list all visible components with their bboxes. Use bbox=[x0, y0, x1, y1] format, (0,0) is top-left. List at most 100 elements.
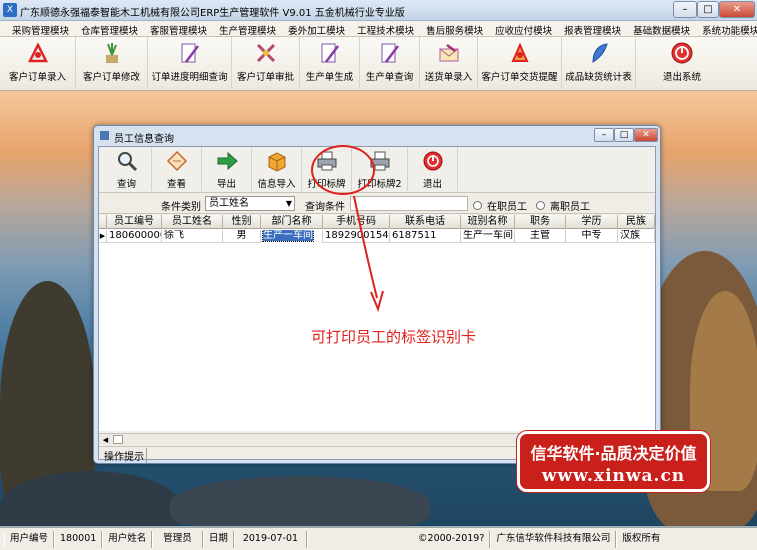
cell-mobile[interactable]: 18929001548 bbox=[323, 230, 390, 243]
cell-gender[interactable]: 男 bbox=[223, 230, 261, 243]
condition-category-select[interactable]: 员工姓名 ▼ bbox=[205, 196, 295, 211]
cell-employee-name[interactable]: 徐飞 bbox=[162, 230, 223, 243]
customer-order-entry-button[interactable]: 客户订单录入 bbox=[0, 37, 76, 89]
table-row[interactable]: ▶ 1806000001 徐飞 男 生产一车间 18929001548 6187… bbox=[99, 230, 655, 243]
column-header[interactable]: 职务 bbox=[515, 215, 566, 229]
toolbar-label: 生产单查询 bbox=[365, 72, 414, 83]
column-header[interactable]: 性别 bbox=[223, 215, 261, 229]
order-progress-query-button[interactable]: 订单进度明细查询 bbox=[148, 37, 232, 89]
menu-base-data[interactable]: 基础数据模块 bbox=[627, 21, 696, 37]
annotation-text: 可打印员工的标签识别卡 bbox=[311, 328, 477, 346]
radio-label: 离职员工 bbox=[550, 202, 590, 213]
order-delivery-reminder-button[interactable]: 客户订单交货提醒 bbox=[478, 37, 562, 89]
window-titlebar[interactable]: 员工信息查询 – □ ✕ bbox=[94, 126, 660, 146]
menu-reports[interactable]: 报表管理模块 bbox=[558, 21, 627, 37]
envelope-icon bbox=[437, 41, 461, 65]
column-header[interactable]: 员工姓名 bbox=[162, 215, 223, 229]
cell-shift[interactable]: 生产一车间 bbox=[461, 230, 515, 243]
rights-reserved: 版权所有 bbox=[616, 530, 665, 548]
window-maximize-icon[interactable]: □ bbox=[614, 128, 634, 142]
selected-cell-text: 生产一车间 bbox=[262, 230, 314, 242]
power-icon bbox=[670, 41, 694, 65]
toolbar-label: 生产单生成 bbox=[305, 72, 354, 83]
column-header[interactable]: 部门名称 bbox=[261, 215, 323, 229]
query-button[interactable]: 查询 bbox=[102, 147, 152, 191]
toolbar-label: 查看 bbox=[166, 179, 186, 190]
menu-receivables[interactable]: 应收应付模块 bbox=[489, 21, 558, 37]
menu-customer-service[interactable]: 客服管理模块 bbox=[144, 21, 213, 37]
close-icon[interactable]: ✕ bbox=[719, 1, 755, 18]
cell-employee-id[interactable]: 1806000001 bbox=[107, 230, 162, 243]
company-name: 广东信华软件科技有限公司 bbox=[490, 530, 617, 548]
export-button[interactable]: 导出 bbox=[202, 147, 252, 191]
radio-active-employee[interactable]: 在职员工 bbox=[473, 198, 527, 213]
toolbar-label: 信息导入 bbox=[257, 179, 296, 190]
customer-order-edit-button[interactable]: 客户订单修改 bbox=[76, 37, 148, 89]
customer-order-approval-button[interactable]: 客户订单审批 bbox=[232, 37, 300, 89]
exit-system-button[interactable]: 退出系统 bbox=[636, 37, 728, 89]
green-arrow-icon bbox=[216, 150, 238, 172]
toolbar-label: 导出 bbox=[216, 179, 236, 190]
main-toolbar: 客户订单录入 客户订单修改 订单进度明细查询 客户订单审批 生产单生成 生产单查… bbox=[0, 37, 757, 91]
column-header[interactable]: 学历 bbox=[566, 215, 618, 229]
employee-grid: 员工编号 员工姓名 性别 部门名称 手机号码 联系电话 班别名称 职务 学历 民… bbox=[99, 215, 655, 431]
cell-phone[interactable]: 6187511 bbox=[390, 230, 461, 243]
menu-system[interactable]: 系统功能模块 bbox=[696, 21, 757, 37]
app-logo-icon: X bbox=[3, 3, 17, 17]
document-pen-icon bbox=[318, 41, 342, 65]
radio-resigned-employee[interactable]: 离职员工 bbox=[536, 198, 590, 213]
column-header[interactable]: 联系电话 bbox=[390, 215, 461, 229]
menu-purchase[interactable]: 采购管理模块 bbox=[6, 21, 75, 37]
cell-ethnicity[interactable]: 汉族 bbox=[618, 230, 655, 243]
condition-input[interactable] bbox=[350, 196, 468, 211]
menu-production[interactable]: 生产管理模块 bbox=[213, 21, 282, 37]
maximize-icon[interactable]: □ bbox=[697, 1, 719, 18]
power-icon bbox=[422, 150, 444, 172]
user-id-label: 用户编号 bbox=[4, 530, 55, 548]
toolbar-label: 退出 bbox=[422, 179, 442, 190]
shore-rock bbox=[170, 476, 430, 526]
exit-button[interactable]: 退出 bbox=[408, 147, 458, 191]
document-pen-icon bbox=[178, 41, 202, 65]
cell-department[interactable]: 生产一车间 bbox=[261, 230, 323, 243]
toolbar-label: 查询 bbox=[116, 179, 136, 190]
import-info-button[interactable]: 信息导入 bbox=[252, 147, 302, 191]
menu-after-sales[interactable]: 售后服务模块 bbox=[420, 21, 489, 37]
column-header[interactable]: 班别名称 bbox=[461, 215, 515, 229]
column-header[interactable]: 民族 bbox=[618, 215, 655, 229]
window-title: 员工信息查询 bbox=[114, 134, 174, 145]
feather-icon bbox=[587, 41, 611, 65]
menubar: 采购管理模块 仓库管理模块 客服管理模块 生产管理模块 委外加工模块 工程技术模… bbox=[0, 21, 757, 37]
condition-category-label: 条件类别 bbox=[161, 202, 201, 213]
cell-position[interactable]: 主管 bbox=[515, 230, 566, 243]
minimize-icon[interactable]: – bbox=[673, 1, 697, 18]
pdf-icon bbox=[26, 41, 50, 65]
banner-url: www.xinwa.cn bbox=[541, 466, 686, 486]
cell-education[interactable]: 中专 bbox=[566, 230, 618, 243]
scroll-left-icon[interactable]: ◀ bbox=[100, 435, 111, 445]
toolbar-label: 退出系统 bbox=[662, 72, 701, 83]
copyright: ©2000-2019? bbox=[307, 530, 491, 548]
delivery-note-entry-button[interactable]: 送货单录入 bbox=[420, 37, 478, 89]
radio-icon bbox=[536, 201, 545, 210]
window-minimize-icon[interactable]: – bbox=[594, 128, 614, 142]
menu-warehouse[interactable]: 仓库管理模块 bbox=[75, 21, 144, 37]
column-header[interactable]: 手机号码 bbox=[323, 215, 390, 229]
window-close-icon[interactable]: ✕ bbox=[634, 128, 658, 142]
production-order-generate-button[interactable]: 生产单生成 bbox=[300, 37, 360, 89]
toolbar-label: 送货单录入 bbox=[424, 72, 473, 83]
column-header[interactable]: 员工编号 bbox=[107, 215, 162, 229]
scrollbar-thumb[interactable] bbox=[113, 435, 123, 444]
toolbar-label: 客户订单修改 bbox=[82, 72, 140, 83]
menu-engineering[interactable]: 工程技术模块 bbox=[351, 21, 420, 37]
grid-header: 员工编号 员工姓名 性别 部门名称 手机号码 联系电话 班别名称 职务 学历 民… bbox=[99, 215, 655, 229]
view-button[interactable]: 查看 bbox=[152, 147, 202, 191]
tools-icon bbox=[254, 41, 278, 65]
date-label: 日期 bbox=[202, 530, 234, 548]
app-statusbar: 用户编号 180001 用户姓名 管理员 日期 2019-07-01 ©2000… bbox=[0, 527, 757, 550]
menu-outsourcing[interactable]: 委外加工模块 bbox=[282, 21, 351, 37]
production-order-query-button[interactable]: 生产单查询 bbox=[360, 37, 420, 89]
stockout-report-button[interactable]: 成品缺货统计表 bbox=[562, 37, 636, 89]
filter-bar: 条件类别 员工姓名 ▼ 查询条件 在职员工 离职员工 bbox=[99, 194, 655, 214]
toolbar-label: 客户订单录入 bbox=[8, 72, 66, 83]
